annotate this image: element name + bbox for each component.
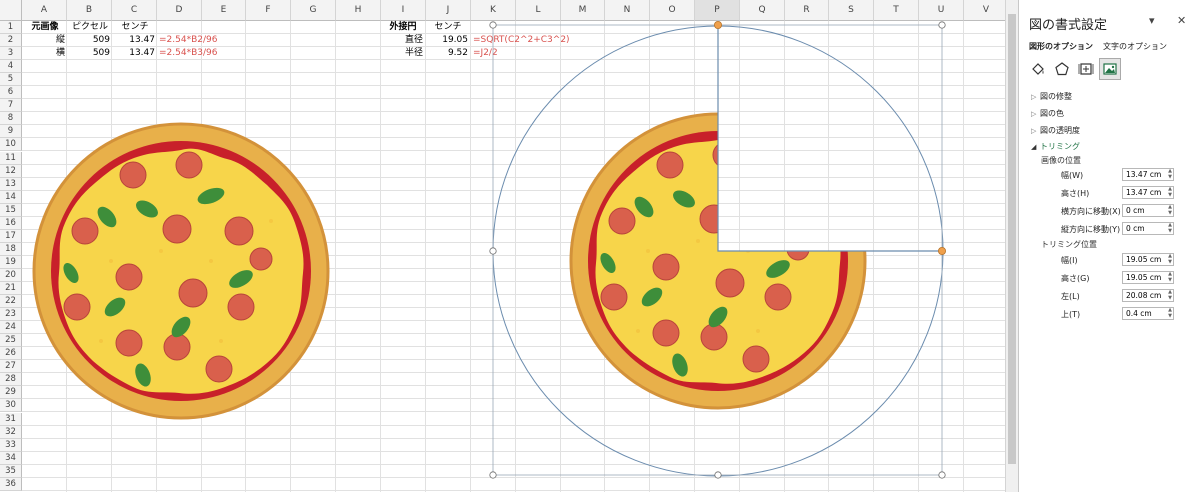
vertical-scrollbar[interactable] [1005, 0, 1018, 492]
spreadsheet-grid[interactable]: ABCDEFGHIJKLMNOPQRSTUV 1 2 3 4 5 6 7 8 9 10 11 12 13… [0, 0, 1005, 492]
scrollbar-thumb[interactable] [1008, 14, 1016, 464]
spin-arrows-icon[interactable]: ▲ ▼ [1168, 222, 1172, 234]
field-label-width: 幅(W) [1061, 171, 1084, 180]
section-label: トリミング [1040, 142, 1080, 151]
tab-text-options[interactable]: 文字のオプション [1103, 41, 1167, 52]
crop-selection[interactable] [489, 20, 947, 479]
crop-top-spinner[interactable]: 0.4 cm ▲ ▼ [1122, 307, 1174, 320]
crop-left-spinner[interactable]: 20.08 cm ▲ ▼ [1122, 289, 1174, 302]
pictures-layer [32, 20, 947, 479]
spin-arrows-icon[interactable]: ▲ ▼ [1168, 186, 1172, 198]
spinner-value: 0 cm [1126, 224, 1145, 233]
section-label: 図の透明度 [1040, 126, 1080, 135]
field-label-height: 高さ(H) [1061, 189, 1090, 198]
spin-arrows-icon[interactable]: ▲ ▼ [1168, 253, 1172, 265]
spin-arrows-icon[interactable]: ▲ ▼ [1168, 271, 1172, 283]
spinner-value: 0 cm [1126, 206, 1145, 215]
field-label-crop-height: 高さ(G) [1061, 274, 1090, 283]
picture-height-spinner[interactable]: 13.47 cm ▲ ▼ [1122, 186, 1174, 199]
spin-arrows-icon[interactable]: ▲ ▼ [1168, 307, 1172, 319]
offset-y-spinner[interactable]: 0 cm ▲ ▼ [1122, 222, 1174, 235]
section-picture-corrections[interactable]: ▷ 図の修整 [1031, 91, 1072, 102]
pane-title: 図の書式設定 [1029, 18, 1108, 33]
spin-arrows-icon[interactable]: ▲ ▼ [1168, 168, 1172, 180]
crop-width-spinner[interactable]: 19.05 cm ▲ ▼ [1122, 253, 1174, 266]
image-position-heading: 画像の位置 [1041, 156, 1081, 165]
pizza-image-original[interactable] [32, 122, 330, 420]
crop-position-heading: トリミング位置 [1041, 240, 1097, 249]
section-crop[interactable]: ◢ トリミング [1031, 141, 1080, 152]
spinner-value: 0.4 cm [1126, 309, 1152, 318]
section-picture-transparency[interactable]: ▷ 図の透明度 [1031, 125, 1080, 136]
spinner-value: 20.08 cm [1126, 291, 1162, 300]
field-label-crop-top: 上(T) [1061, 310, 1081, 319]
picture-icon[interactable] [1099, 58, 1121, 80]
crop-height-spinner[interactable]: 19.05 cm ▲ ▼ [1122, 271, 1174, 284]
picture-width-spinner[interactable]: 13.47 cm ▲ ▼ [1122, 168, 1174, 181]
spinner-value: 19.05 cm [1126, 273, 1162, 282]
section-label: 図の色 [1040, 109, 1064, 118]
spin-arrows-icon[interactable]: ▲ ▼ [1168, 204, 1172, 216]
chevron-down-icon[interactable]: ▾ [1149, 14, 1155, 27]
section-label: 図の修整 [1040, 92, 1072, 101]
section-picture-color[interactable]: ▷ 図の色 [1031, 108, 1064, 119]
spinner-value: 13.47 cm [1126, 170, 1162, 179]
spinner-value: 19.05 cm [1126, 255, 1162, 264]
field-label-crop-left: 左(L) [1061, 292, 1080, 301]
spinner-value: 13.47 cm [1126, 188, 1162, 197]
format-picture-pane: 図の書式設定 ▾ ✕ 図形のオプション 文字のオプション ▷ 図の修整 ▷ 図の色 … [1018, 0, 1200, 492]
offset-x-spinner[interactable]: 0 cm ▲ ▼ [1122, 204, 1174, 217]
field-label-crop-width: 幅(I) [1061, 256, 1078, 265]
fill-line-icon[interactable] [1027, 58, 1049, 80]
tab-shape-options[interactable]: 図形のオプション [1029, 41, 1093, 52]
field-label-offset-y: 縦方向に移動(Y) [1061, 225, 1121, 234]
spin-arrows-icon[interactable]: ▲ ▼ [1168, 289, 1172, 301]
size-properties-icon[interactable] [1075, 58, 1097, 80]
field-label-offset-x: 横方向に移動(X) [1061, 207, 1121, 216]
effects-pentagon-icon[interactable] [1051, 58, 1073, 80]
close-icon[interactable]: ✕ [1177, 14, 1186, 27]
